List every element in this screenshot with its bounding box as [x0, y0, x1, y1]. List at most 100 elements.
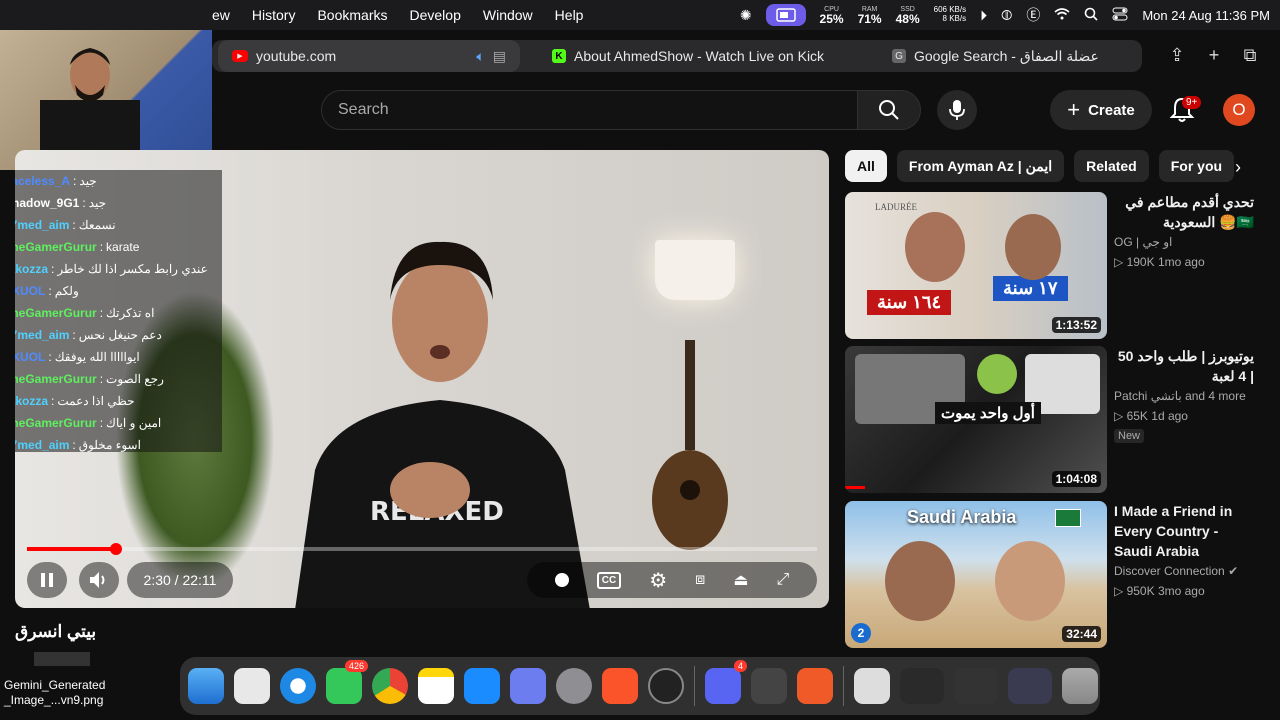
menu-bookmarks[interactable]: Bookmarks — [317, 7, 387, 23]
safari-icon[interactable] — [280, 668, 316, 704]
currency-icon[interactable]: Ⓔ — [1026, 5, 1040, 25]
image-file-icon[interactable] — [854, 668, 890, 704]
account-avatar[interactable]: O — [1223, 94, 1255, 126]
chat-text: جيد — [79, 174, 97, 188]
search-icon[interactable] — [1084, 7, 1098, 24]
desktop-file-label[interactable]: Gemini_Generated _Image_...vn9.png — [4, 678, 124, 708]
pause-button[interactable] — [27, 562, 67, 598]
settings-gear-icon[interactable]: ⚙ — [649, 568, 667, 593]
play-circle-icon[interactable]: ⏵ — [980, 7, 987, 24]
video-title[interactable]: تحدي أقدم مطاعم في السعودية 🍔🇸🇦 — [1114, 192, 1254, 232]
chrome-icon[interactable] — [372, 668, 408, 704]
video-thumbnail[interactable]: أول واحد يموت 1:04:08 — [845, 346, 1107, 493]
recommendation-item[interactable]: LADURÉE ١٦٤ سنة ١٧ سنة 1:13:52 تحدي أقدم… — [845, 192, 1265, 339]
fullscreen-icon[interactable]: ⤢ — [776, 571, 789, 589]
chat-username[interactable]: Shadow_9G1 — [15, 196, 79, 210]
chat-username[interactable]: TheGamerGurur — [15, 240, 97, 254]
chat-username[interactable]: EXUOL — [15, 284, 45, 298]
wifi-icon[interactable] — [1054, 7, 1070, 23]
chat-username[interactable]: rakozza — [15, 394, 48, 408]
chevron-right-icon[interactable]: › — [1226, 155, 1250, 179]
window-preview-icon[interactable] — [1008, 668, 1052, 704]
recommendation-info: 50 يوتيوبرز | طلب واحد | 4 لعبة Patchi ب… — [1114, 346, 1254, 444]
brave-icon[interactable] — [602, 668, 638, 704]
miniplayer-icon[interactable]: ⧈ — [695, 571, 705, 589]
trash-icon[interactable] — [1062, 668, 1098, 704]
menu-develop[interactable]: Develop — [410, 7, 461, 23]
share-icon[interactable]: ⇪ — [1162, 40, 1192, 70]
calculator-icon[interactable] — [751, 668, 787, 704]
menu-view[interactable]: ew — [212, 7, 230, 23]
chat-username[interactable]: a7med_aim — [15, 438, 69, 452]
airplay-icon[interactable]: ⏏ — [733, 570, 748, 590]
chat-text: جيد — [88, 196, 107, 210]
reader-icon[interactable]: ▤ — [493, 48, 506, 65]
player-right-controls: CC ⚙ ⧈ ⏏ ⤢ — [527, 562, 817, 598]
tab-google[interactable]: G Google Search - عضلة الصفاق — [892, 40, 1099, 72]
channel-name[interactable]: OG | او جي — [1114, 232, 1254, 252]
chat-username[interactable]: TheGamerGurur — [15, 372, 97, 386]
launchpad-icon[interactable] — [234, 668, 270, 704]
window-preview-icon[interactable] — [954, 668, 998, 704]
status-area: ✺ CPU 25% RAM 71% SSD 48% 606 KB/s 8 KB/s ⏵ … — [740, 0, 1270, 30]
voice-search-button[interactable] — [937, 90, 977, 130]
progress-track[interactable] — [27, 547, 817, 551]
app-store-icon[interactable] — [464, 668, 500, 704]
chat-username[interactable]: Faceless_A — [15, 174, 70, 188]
chat-username[interactable]: a7med_aim — [15, 328, 69, 342]
simulator-icon[interactable] — [510, 668, 546, 704]
video-thumbnail[interactable]: Saudi Arabia 2 32:44 — [845, 501, 1107, 648]
thumbnail-title-text: Saudi Arabia — [907, 507, 1017, 527]
captions-icon[interactable]: CC — [596, 571, 622, 589]
video-title[interactable]: 50 يوتيوبرز | طلب واحد | 4 لعبة — [1114, 346, 1254, 386]
obs-icon[interactable] — [648, 668, 684, 704]
chip-for-you[interactable]: For you — [1158, 150, 1235, 182]
system-settings-icon[interactable] — [556, 668, 592, 704]
chat-username[interactable]: TheGamerGurur — [15, 306, 97, 320]
create-button[interactable]: + Create — [1050, 90, 1152, 130]
menu-history[interactable]: History — [252, 7, 296, 23]
sparkle-icon[interactable]: ✺ — [740, 7, 752, 24]
recommendation-item[interactable]: أول واحد يموت 1:04:08 50 يوتيوبرز | طلب … — [845, 346, 1265, 493]
tab-kick[interactable]: K About AhmedShow - Watch Live on Kick — [552, 40, 824, 72]
clock[interactable]: Mon 24 Aug 11:36 PM — [1142, 8, 1270, 23]
volume-button[interactable] — [79, 562, 119, 598]
search-button[interactable] — [857, 90, 921, 130]
finder-icon[interactable] — [188, 668, 224, 704]
chip-all[interactable]: All — [845, 150, 887, 182]
burst-app-icon[interactable] — [797, 668, 833, 704]
video-thumbnail[interactable]: LADURÉE ١٦٤ سنة ١٧ سنة 1:13:52 — [845, 192, 1107, 339]
channel-name[interactable]: Patchi باتشي and 4 more — [1114, 386, 1254, 406]
play-icon: ▷ — [1114, 584, 1127, 598]
autoplay-toggle-icon[interactable] — [554, 573, 569, 587]
control-center-icon[interactable] — [1112, 7, 1128, 24]
desktop-file-thumbnail[interactable] — [34, 652, 90, 666]
tab-youtube[interactable]: ▶ youtube.com 🔈︎ ▤ — [218, 40, 520, 72]
chat-username[interactable]: TheGamerGurur — [15, 416, 97, 430]
new-tab-icon[interactable]: + — [1199, 40, 1229, 70]
speaker-icon[interactable]: 🔈︎ — [476, 48, 484, 65]
chip-channel[interactable]: From Ayman Az | ايمن — [896, 150, 1065, 182]
menu-window[interactable]: Window — [483, 7, 533, 23]
messages-icon[interactable]: 426 — [326, 660, 368, 704]
search-input[interactable]: Search — [321, 90, 858, 130]
window-preview-icon[interactable] — [900, 668, 944, 704]
thumbnail-number: 2 — [851, 623, 871, 643]
chip-related[interactable]: Related — [1074, 150, 1149, 182]
chat-message: EXUOL:ولكم — [15, 280, 218, 302]
channel-name[interactable]: Discover Connection ✔︎ — [1114, 561, 1254, 581]
tab-overview-icon[interactable]: ⧉ — [1235, 40, 1265, 70]
video-title[interactable]: I Made a Friend in Every Country - Saudi… — [1114, 501, 1254, 561]
chat-username[interactable]: a7med_aim — [15, 218, 69, 232]
airpods-icon[interactable]: ⦷ — [1001, 7, 1012, 24]
notes-icon[interactable] — [418, 668, 454, 704]
chat-message: a7med_aim:دعم حنيغل نحس — [15, 324, 218, 346]
screen-share-icon[interactable] — [765, 4, 806, 26]
discord-icon[interactable]: 4 — [705, 660, 747, 704]
progress-scrubber[interactable] — [110, 543, 122, 555]
chat-username[interactable]: rakozza — [15, 262, 48, 276]
recommendation-item[interactable]: Saudi Arabia 2 32:44 I Made a Friend in … — [845, 501, 1265, 648]
chat-username[interactable]: EXUOL — [15, 350, 45, 364]
video-player[interactable]: RELAXED Faceless_A:جيدShadow_9G1:جيدa7me… — [15, 150, 829, 608]
menu-help[interactable]: Help — [555, 7, 584, 23]
